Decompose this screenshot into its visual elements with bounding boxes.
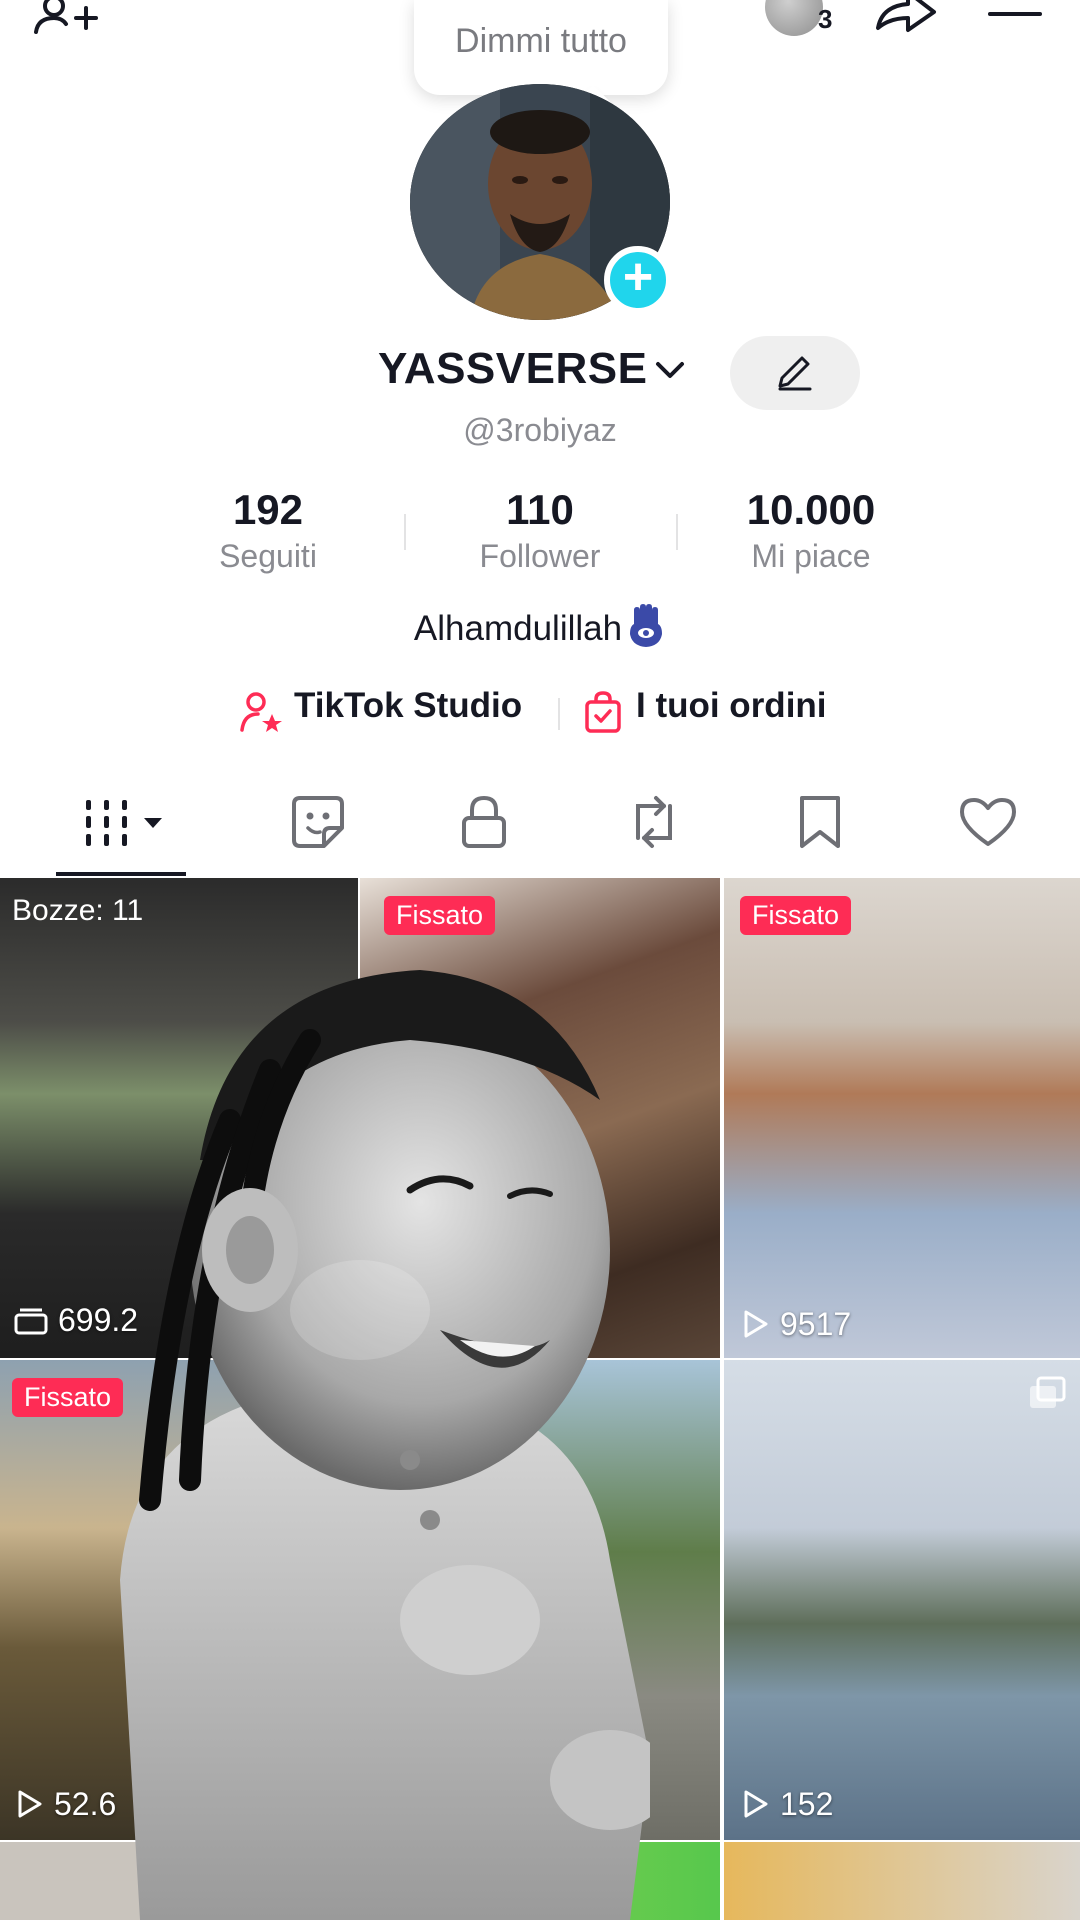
add-story-button[interactable]: + [604, 246, 672, 314]
play-icon [744, 1310, 768, 1338]
stat-value: 192 [232, 486, 304, 533]
tab-stickers[interactable] [260, 790, 360, 870]
views-count: 52.6 [14, 1786, 116, 1823]
menu-icon[interactable] [988, 0, 1042, 32]
views-value: 52.6 [54, 1786, 117, 1822]
views-count: 9517 [740, 1306, 851, 1343]
stat-value: 10.000 [746, 486, 876, 533]
stat-likes[interactable]: 10.000 Mi piace [711, 486, 911, 575]
story-avatar[interactable] [765, 0, 823, 36]
views-count: 152 [740, 1786, 833, 1823]
tooltip-text: Dimmi tutto [455, 22, 627, 60]
heart-icon [960, 798, 1016, 846]
play-icon [744, 1790, 768, 1818]
stat-following[interactable]: 192 Seguiti [168, 486, 368, 575]
notification-count: 3 [818, 4, 833, 34]
overlay-baby-image [120, 970, 650, 1920]
active-tab-indicator [56, 872, 186, 876]
user-handle: @3robiyaz [463, 412, 617, 448]
sticker-icon [292, 796, 344, 848]
stat-divider [676, 514, 678, 550]
add-friend-icon[interactable] [30, 0, 100, 40]
links-divider [558, 698, 560, 730]
stat-label: Seguiti [219, 538, 317, 574]
lock-icon [462, 795, 506, 848]
tab-liked[interactable] [928, 790, 1028, 870]
shopping-bag-icon [585, 691, 621, 733]
profile-tabs [0, 790, 1080, 878]
pencil-icon [778, 356, 812, 391]
bio: Alhamdulillah [0, 604, 1080, 649]
display-name[interactable]: YASSVERSE [378, 344, 647, 394]
tab-videos[interactable] [70, 790, 190, 870]
pinned-badge: Fissato [740, 896, 852, 935]
video-thumbnail[interactable] [724, 1842, 1080, 1920]
drafts-label: Bozze: 11 [12, 894, 144, 927]
bookmark-icon [800, 796, 840, 848]
share-icon[interactable] [872, 0, 938, 36]
stats-row: 192 Seguiti 110 Follower 10.000 Mi piace [0, 486, 1080, 576]
stat-value: 110 [506, 486, 574, 533]
tab-favorites[interactable] [762, 790, 862, 870]
play-icon [18, 1790, 42, 1818]
video-thumbnail[interactable]: 152 [724, 1360, 1080, 1840]
edit-profile-button[interactable] [730, 336, 860, 410]
tab-private[interactable] [426, 790, 526, 870]
views-value: 9517 [780, 1306, 852, 1342]
tab-reposts[interactable] [594, 790, 694, 870]
views-value: 152 [780, 1786, 834, 1822]
studio-user-star-icon [240, 692, 282, 732]
tooltip-bubble[interactable]: Dimmi tutto [414, 0, 668, 95]
bio-text: Alhamdulillah [413, 609, 623, 648]
stat-followers[interactable]: 110 Follower [440, 486, 640, 575]
grid-icon [86, 800, 162, 846]
stat-label: Follower [479, 538, 601, 574]
video-thumbnail[interactable]: Fissato 9517 [724, 878, 1080, 1358]
stat-divider [404, 514, 406, 550]
drafts-icon [14, 1308, 48, 1335]
stat-label: Mi piace [751, 538, 871, 574]
tiktok-studio-link[interactable]: TikTok Studio [294, 686, 522, 726]
chevron-down-icon[interactable] [654, 356, 686, 384]
pinned-badge: Fissato [384, 896, 496, 935]
profile-links: TikTok Studio I tuoi ordini [0, 686, 1080, 742]
username-row: YASSVERSE [0, 336, 1080, 410]
pinned-badge: Fissato [12, 1378, 124, 1417]
your-orders-link[interactable]: I tuoi ordini [636, 686, 827, 726]
repost-icon [636, 796, 672, 848]
hamsa-icon [630, 604, 663, 647]
photo-carousel-icon [1030, 1376, 1066, 1408]
